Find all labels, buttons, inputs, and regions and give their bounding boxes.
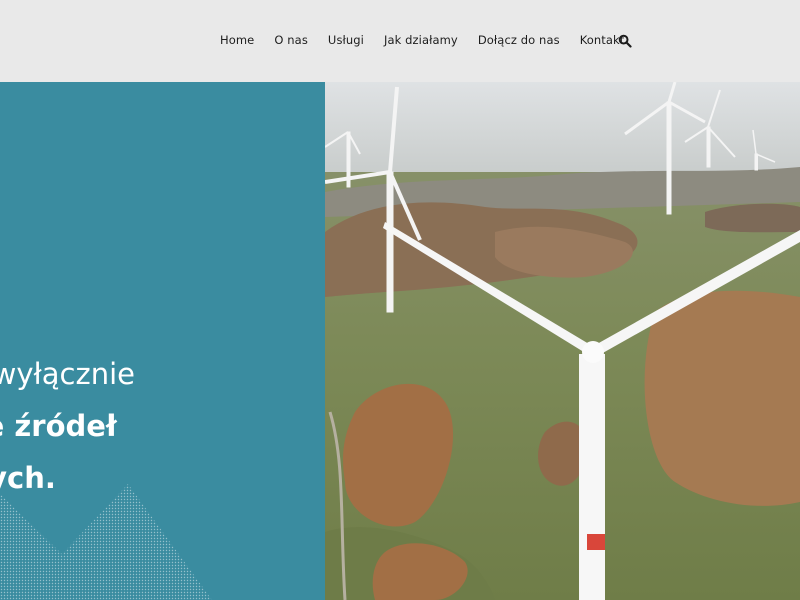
mountain-pattern-decoration <box>0 484 212 600</box>
main-nav: Home O nas Usługi Jak działamy Dołącz do… <box>220 33 644 47</box>
hero-tagline-line-2: e ze źródeł <box>0 409 117 443</box>
nav-link-home[interactable]: Home <box>220 33 254 47</box>
top-navigation-bar: Home O nas Usługi Jak działamy Dołącz do… <box>0 0 800 82</box>
hero-text-panel: my wyłącznie e ze źródeł alnych. <box>0 82 325 600</box>
wind-turbines-photo <box>325 82 800 600</box>
nav-link-how-we-work[interactable]: Jak działamy <box>384 33 458 47</box>
nav-link-services[interactable]: Usługi <box>328 33 364 47</box>
hero-tagline-line-1: my wyłącznie <box>0 357 135 391</box>
search-icon[interactable] <box>618 34 632 48</box>
nav-link-about[interactable]: O nas <box>274 33 308 47</box>
nav-link-join-us[interactable]: Dołącz do nas <box>478 33 560 47</box>
